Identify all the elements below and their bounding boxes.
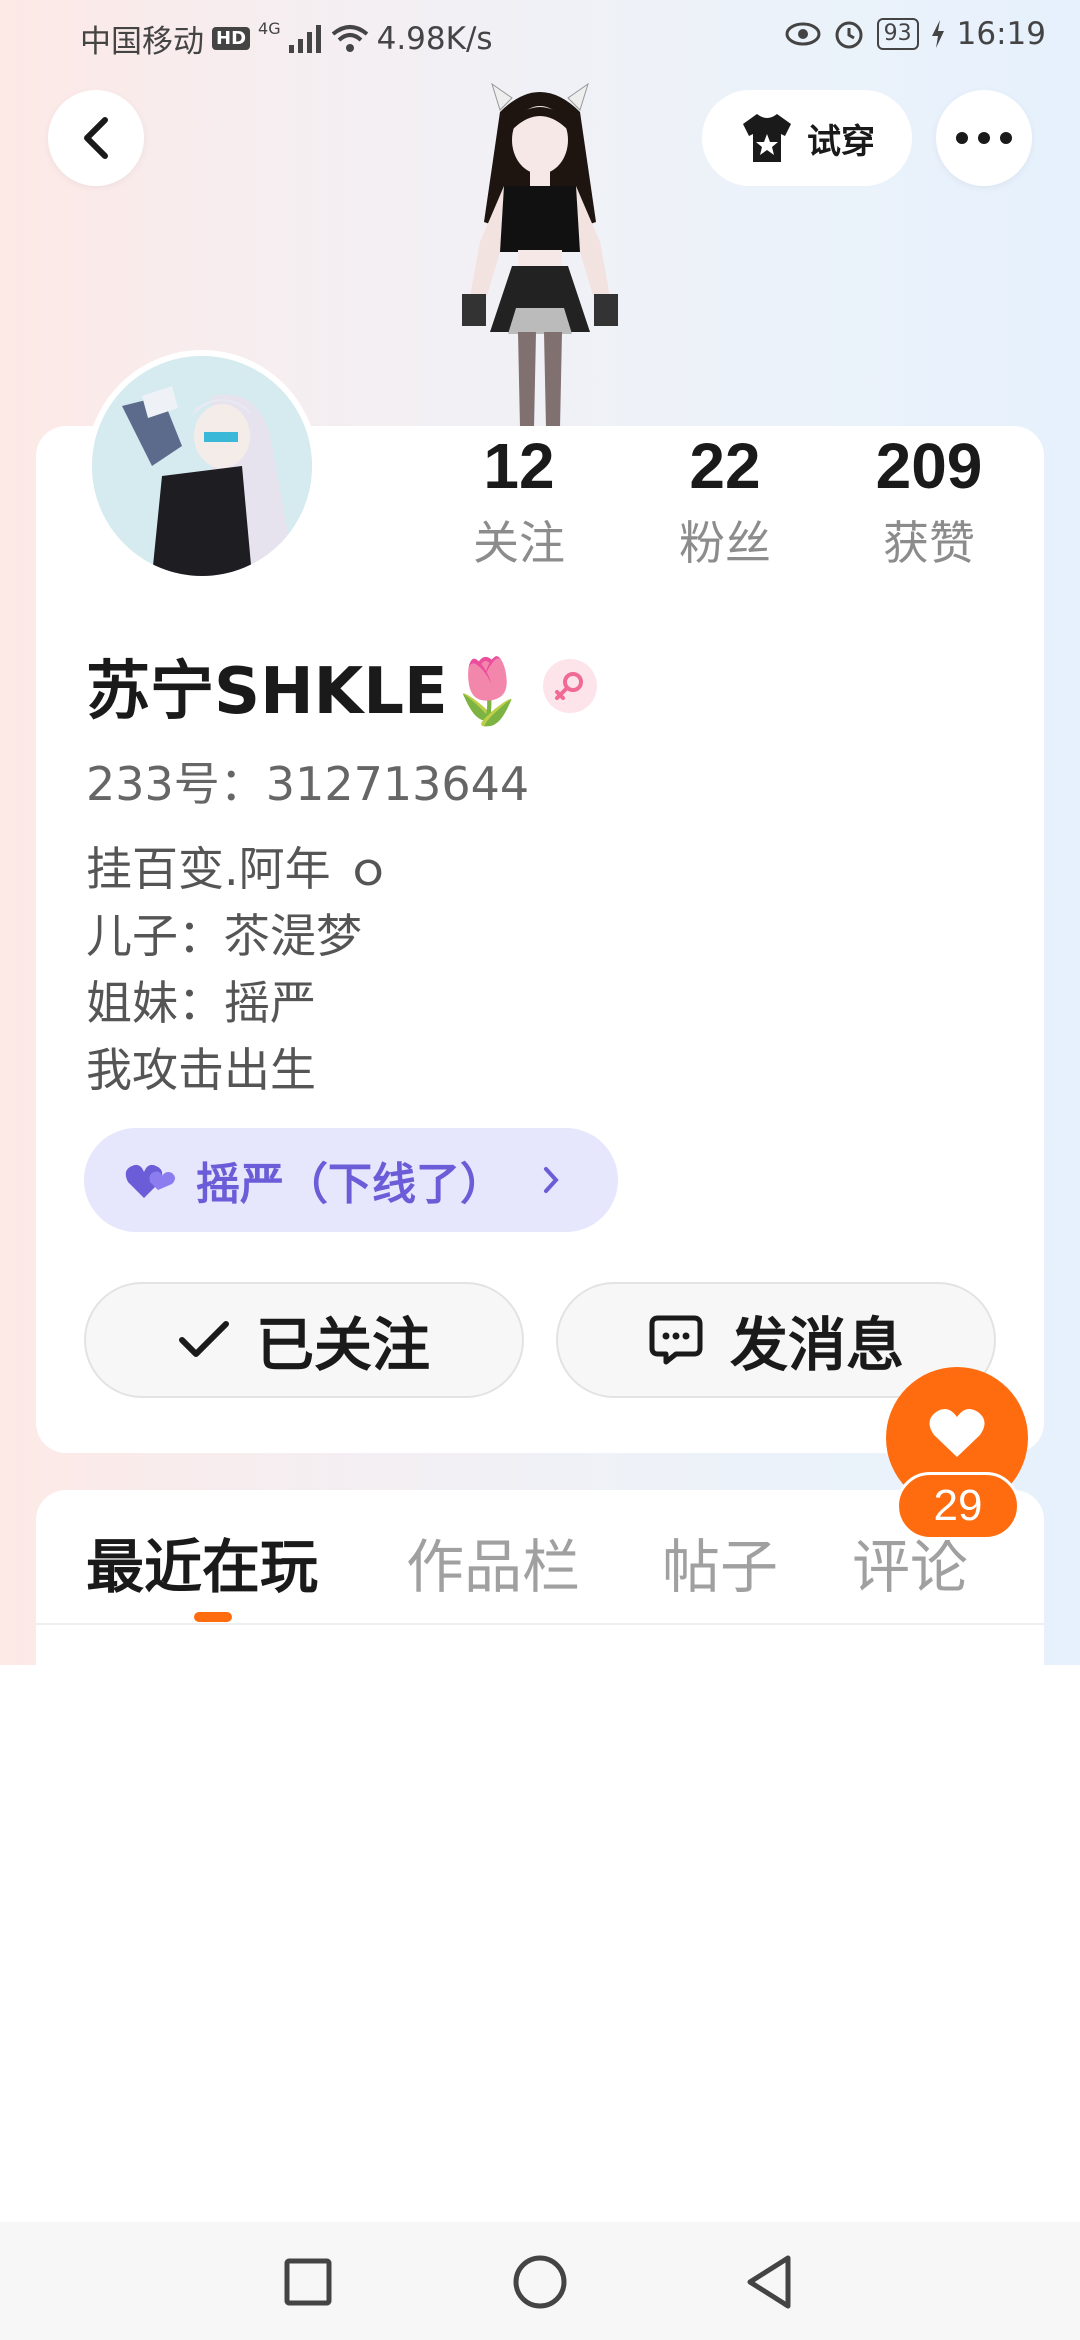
check-icon: [178, 1321, 229, 1357]
network-speed: 4.98K/s: [376, 20, 493, 57]
avatar-image: [92, 356, 312, 576]
stat-following[interactable]: 12 关注: [434, 425, 604, 571]
avatar[interactable]: [86, 350, 318, 582]
more-dots-icon: [956, 132, 1012, 144]
back-button[interactable]: [48, 90, 144, 186]
home-button[interactable]: [512, 2254, 568, 2310]
likes-received-count: 209: [875, 430, 983, 502]
heart-icon: [929, 1408, 985, 1457]
user-id: 233号：312713644: [86, 757, 530, 811]
try-on-label: 试穿: [807, 121, 875, 162]
bio-line: 儿子：苶湜梦: [86, 909, 362, 963]
hearts-icon: [125, 1164, 175, 1198]
carrier-label: 中国移动: [80, 24, 204, 60]
stat-likes[interactable]: 209 获赞: [844, 425, 1014, 571]
like-count: 29: [896, 1472, 1020, 1540]
signal-icon: [288, 24, 321, 53]
charging-icon: [931, 20, 944, 48]
back-nav-button[interactable]: [744, 2254, 794, 2310]
eye-icon: [785, 22, 821, 46]
stat-followers[interactable]: 22 粉丝: [640, 425, 810, 571]
tab-divider: [36, 1623, 1044, 1625]
tab-recently-played[interactable]: 最近在玩: [86, 1520, 318, 1604]
chevron-right-icon: [544, 1167, 559, 1193]
followed-label: 已关注: [255, 1311, 430, 1379]
recent-apps-button[interactable]: [284, 2258, 332, 2306]
bio-line: 我攻击出生: [86, 1043, 316, 1097]
followed-button[interactable]: 已关注: [84, 1282, 524, 1398]
battery-level: 93: [876, 18, 919, 50]
active-tab-indicator: [194, 1612, 232, 1622]
send-message-label: 发消息: [729, 1311, 904, 1379]
alarm-icon: [835, 21, 863, 49]
following-label: 关注: [473, 516, 565, 570]
relationship-label: 摇严（下线了）: [196, 1159, 504, 1210]
network-type: 4G: [258, 19, 281, 38]
chevron-left-icon: [84, 117, 108, 159]
chat-bubble-icon: [649, 1315, 703, 1365]
followers-label: 粉丝: [679, 516, 771, 570]
character-figure: [462, 82, 618, 428]
try-on-button[interactable]: 试穿: [702, 90, 912, 186]
status-bar: 中国移动 HD 4G 4.98K/s 93 16:19: [0, 0, 1080, 72]
more-button[interactable]: [936, 90, 1032, 186]
gender-badge: [543, 659, 598, 713]
bio-line: 挂百变.阿年 ｏ: [86, 842, 392, 896]
following-count: 12: [483, 430, 555, 502]
hd-badge: HD: [212, 27, 251, 50]
username-row: 苏宁SHKLE🌷: [86, 640, 598, 732]
tab-works[interactable]: 作品栏: [406, 1520, 580, 1604]
relationship-pill[interactable]: 摇严（下线了）: [84, 1128, 618, 1232]
clock-time: 16:19: [956, 16, 1046, 52]
bio-line: 姐妹：摇严: [86, 976, 316, 1030]
shirt-star-icon: [743, 114, 791, 162]
system-navigation-bar: [0, 2222, 1080, 2340]
tab-posts[interactable]: 帖子: [662, 1520, 778, 1604]
username: 苏宁SHKLE🌷: [86, 655, 528, 729]
wifi-icon: [331, 24, 368, 52]
followers-count: 22: [689, 430, 761, 502]
female-icon: [555, 672, 584, 700]
likes-received-label: 获赞: [883, 516, 975, 570]
